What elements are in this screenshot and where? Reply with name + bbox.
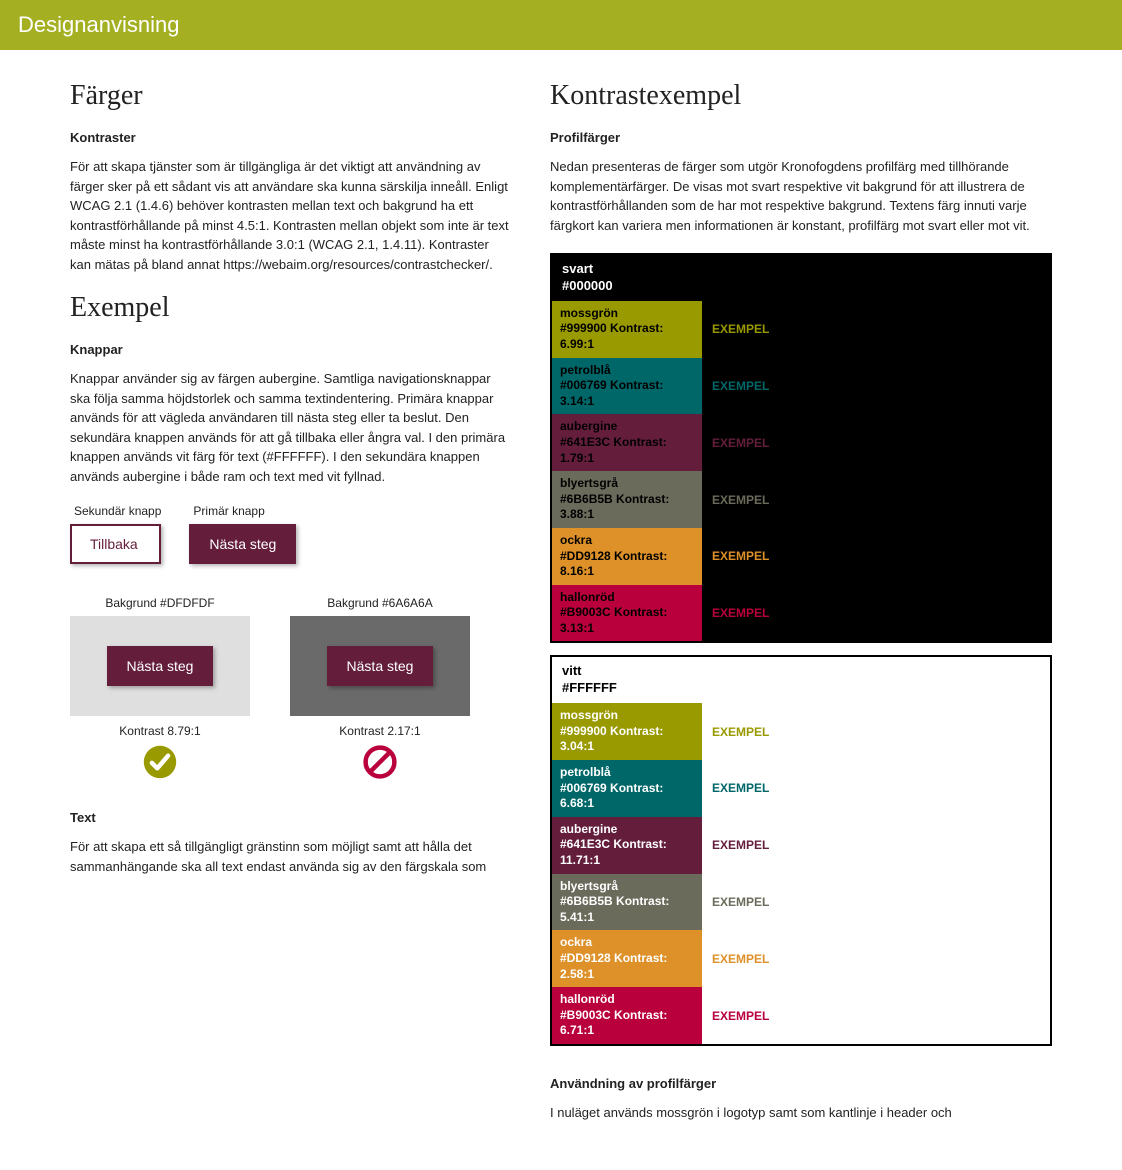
black-panel-head: svart #000000 xyxy=(552,255,1050,301)
check-icon xyxy=(70,744,250,780)
knappar-body: Knappar använder sig av färgen aubergine… xyxy=(70,369,510,486)
swatch-exempel: EXEMPEL xyxy=(702,471,779,528)
swatch-row: mossgrön#999900 Kontrast: 3.04:1EXEMPEL xyxy=(552,703,1050,760)
swatch-main: ockra#DD9128 Kontrast: 2.58:1 xyxy=(552,930,702,987)
swatch-row: petrolblå#006769 Kontrast: 6.68:1EXEMPEL xyxy=(552,760,1050,817)
swatch-row: hallonröd#B9003C Kontrast: 3.13:1EXEMPEL xyxy=(552,585,1050,642)
profil-body: Nedan presenteras de färger som utgör Kr… xyxy=(550,157,1052,235)
swatch-row: hallonröd#B9003C Kontrast: 6.71:1EXEMPEL xyxy=(552,987,1050,1044)
profil-subheading: Profilfärger xyxy=(550,130,1052,145)
primary-button-label: Primär knapp xyxy=(189,504,296,518)
heading-colors: Färger xyxy=(70,80,510,112)
white-panel-rows: mossgrön#999900 Kontrast: 3.04:1EXEMPELp… xyxy=(552,703,1050,1044)
swatch-main: mossgrön#999900 Kontrast: 6.99:1 xyxy=(552,301,702,358)
kontraster-subheading: Kontraster xyxy=(70,130,510,145)
swatch-exempel: EXEMPEL xyxy=(702,358,779,415)
swatch-main: blyertsgrå#6B6B5B Kontrast: 3.88:1 xyxy=(552,471,702,528)
right-column: Kontrastexempel Profilfärger Nedan prese… xyxy=(550,80,1052,1140)
swatch-exempel: EXEMPEL xyxy=(702,528,779,585)
white-panel-hex: #FFFFFF xyxy=(562,680,617,695)
main-container: Färger Kontraster För att skapa tjänster… xyxy=(0,50,1122,1170)
kontraster-body: För att skapa tjänster som är tillgängli… xyxy=(70,157,510,274)
heading-kontrastexempel: Kontrastexempel xyxy=(550,80,1052,112)
swatch-panel-black: svart #000000 mossgrön#999900 Kontrast: … xyxy=(550,253,1052,643)
black-panel-name: svart xyxy=(562,261,593,276)
swatch-row: blyertsgrå#6B6B5B Kontrast: 5.41:1EXEMPE… xyxy=(552,874,1050,931)
swatch-exempel: EXEMPEL xyxy=(702,760,779,817)
swatch-exempel: EXEMPEL xyxy=(702,585,779,642)
secondary-button[interactable]: Tillbaka xyxy=(70,524,161,564)
button-row: Sekundär knapp Tillbaka Primär knapp Näs… xyxy=(70,504,510,564)
anvandning-subheading: Användning av profilfärger xyxy=(550,1076,1052,1091)
swatch-exempel: EXEMPEL xyxy=(702,874,779,931)
forbidden-icon xyxy=(290,744,470,780)
swatch-main: petrolblå#006769 Kontrast: 6.68:1 xyxy=(552,760,702,817)
white-panel-name: vitt xyxy=(562,663,582,678)
bg-light-button[interactable]: Nästa steg xyxy=(107,646,214,686)
swatch-row: blyertsgrå#6B6B5B Kontrast: 3.88:1EXEMPE… xyxy=(552,471,1050,528)
bg-light-box: Nästa steg xyxy=(70,616,250,716)
top-bar: Designanvisning xyxy=(0,0,1122,50)
swatch-main: hallonröd#B9003C Kontrast: 3.13:1 xyxy=(552,585,702,642)
bg-dark-kontrast: Kontrast 2.17:1 xyxy=(290,724,470,738)
swatch-row: ockra#DD9128 Kontrast: 8.16:1EXEMPEL xyxy=(552,528,1050,585)
swatch-exempel: EXEMPEL xyxy=(702,703,779,760)
swatch-main: aubergine#641E3C Kontrast: 11.71:1 xyxy=(552,817,702,874)
swatch-row: mossgrön#999900 Kontrast: 6.99:1EXEMPEL xyxy=(552,301,1050,358)
swatch-main: petrolblå#006769 Kontrast: 3.14:1 xyxy=(552,358,702,415)
swatch-exempel: EXEMPEL xyxy=(702,817,779,874)
anvandning-section: Användning av profilfärger I nuläget anv… xyxy=(550,1076,1052,1123)
swatch-main: ockra#DD9128 Kontrast: 8.16:1 xyxy=(552,528,702,585)
secondary-button-label: Sekundär knapp xyxy=(70,504,161,518)
bg-dark-label: Bakgrund #6A6A6A xyxy=(290,596,470,610)
swatch-exempel: EXEMPEL xyxy=(702,414,779,471)
left-column: Färger Kontraster För att skapa tjänster… xyxy=(70,80,510,1140)
black-panel-rows: mossgrön#999900 Kontrast: 6.99:1EXEMPELp… xyxy=(552,301,1050,642)
text-subheading: Text xyxy=(70,810,510,825)
bg-dark-box: Nästa steg xyxy=(290,616,470,716)
secondary-button-group: Sekundär knapp Tillbaka xyxy=(70,504,161,564)
swatch-row: ockra#DD9128 Kontrast: 2.58:1EXEMPEL xyxy=(552,930,1050,987)
black-panel-hex: #000000 xyxy=(562,278,613,293)
swatch-row: aubergine#641E3C Kontrast: 1.79:1EXEMPEL xyxy=(552,414,1050,471)
primary-button-group: Primär knapp Nästa steg xyxy=(189,504,296,564)
swatch-exempel: EXEMPEL xyxy=(702,930,779,987)
swatch-row: petrolblå#006769 Kontrast: 3.14:1EXEMPEL xyxy=(552,358,1050,415)
bg-example-dark: Bakgrund #6A6A6A Nästa steg Kontrast 2.1… xyxy=(290,596,470,780)
bg-example-light: Bakgrund #DFDFDF Nästa steg Kontrast 8.7… xyxy=(70,596,250,780)
primary-button[interactable]: Nästa steg xyxy=(189,524,296,564)
swatch-main: mossgrön#999900 Kontrast: 3.04:1 xyxy=(552,703,702,760)
white-panel-head: vitt #FFFFFF xyxy=(552,657,1050,703)
anvandning-body: I nuläget används mossgrön i logotyp sam… xyxy=(550,1103,1052,1123)
bg-dark-button[interactable]: Nästa steg xyxy=(327,646,434,686)
heading-example: Exempel xyxy=(70,292,510,324)
knappar-subheading: Knappar xyxy=(70,342,510,357)
text-body: För att skapa ett så tillgängligt gränst… xyxy=(70,837,510,876)
bg-light-kontrast: Kontrast 8.79:1 xyxy=(70,724,250,738)
swatch-exempel: EXEMPEL xyxy=(702,301,779,358)
swatch-row: aubergine#641E3C Kontrast: 11.71:1EXEMPE… xyxy=(552,817,1050,874)
bg-examples: Bakgrund #DFDFDF Nästa steg Kontrast 8.7… xyxy=(70,596,510,780)
bg-light-label: Bakgrund #DFDFDF xyxy=(70,596,250,610)
swatch-panel-white: vitt #FFFFFF mossgrön#999900 Kontrast: 3… xyxy=(550,655,1052,1045)
swatch-exempel: EXEMPEL xyxy=(702,987,779,1044)
swatch-main: aubergine#641E3C Kontrast: 1.79:1 xyxy=(552,414,702,471)
swatch-main: blyertsgrå#6B6B5B Kontrast: 5.41:1 xyxy=(552,874,702,931)
page-title: Designanvisning xyxy=(18,12,179,37)
text-section: Text För att skapa ett så tillgängligt g… xyxy=(70,810,510,876)
swatch-main: hallonröd#B9003C Kontrast: 6.71:1 xyxy=(552,987,702,1044)
